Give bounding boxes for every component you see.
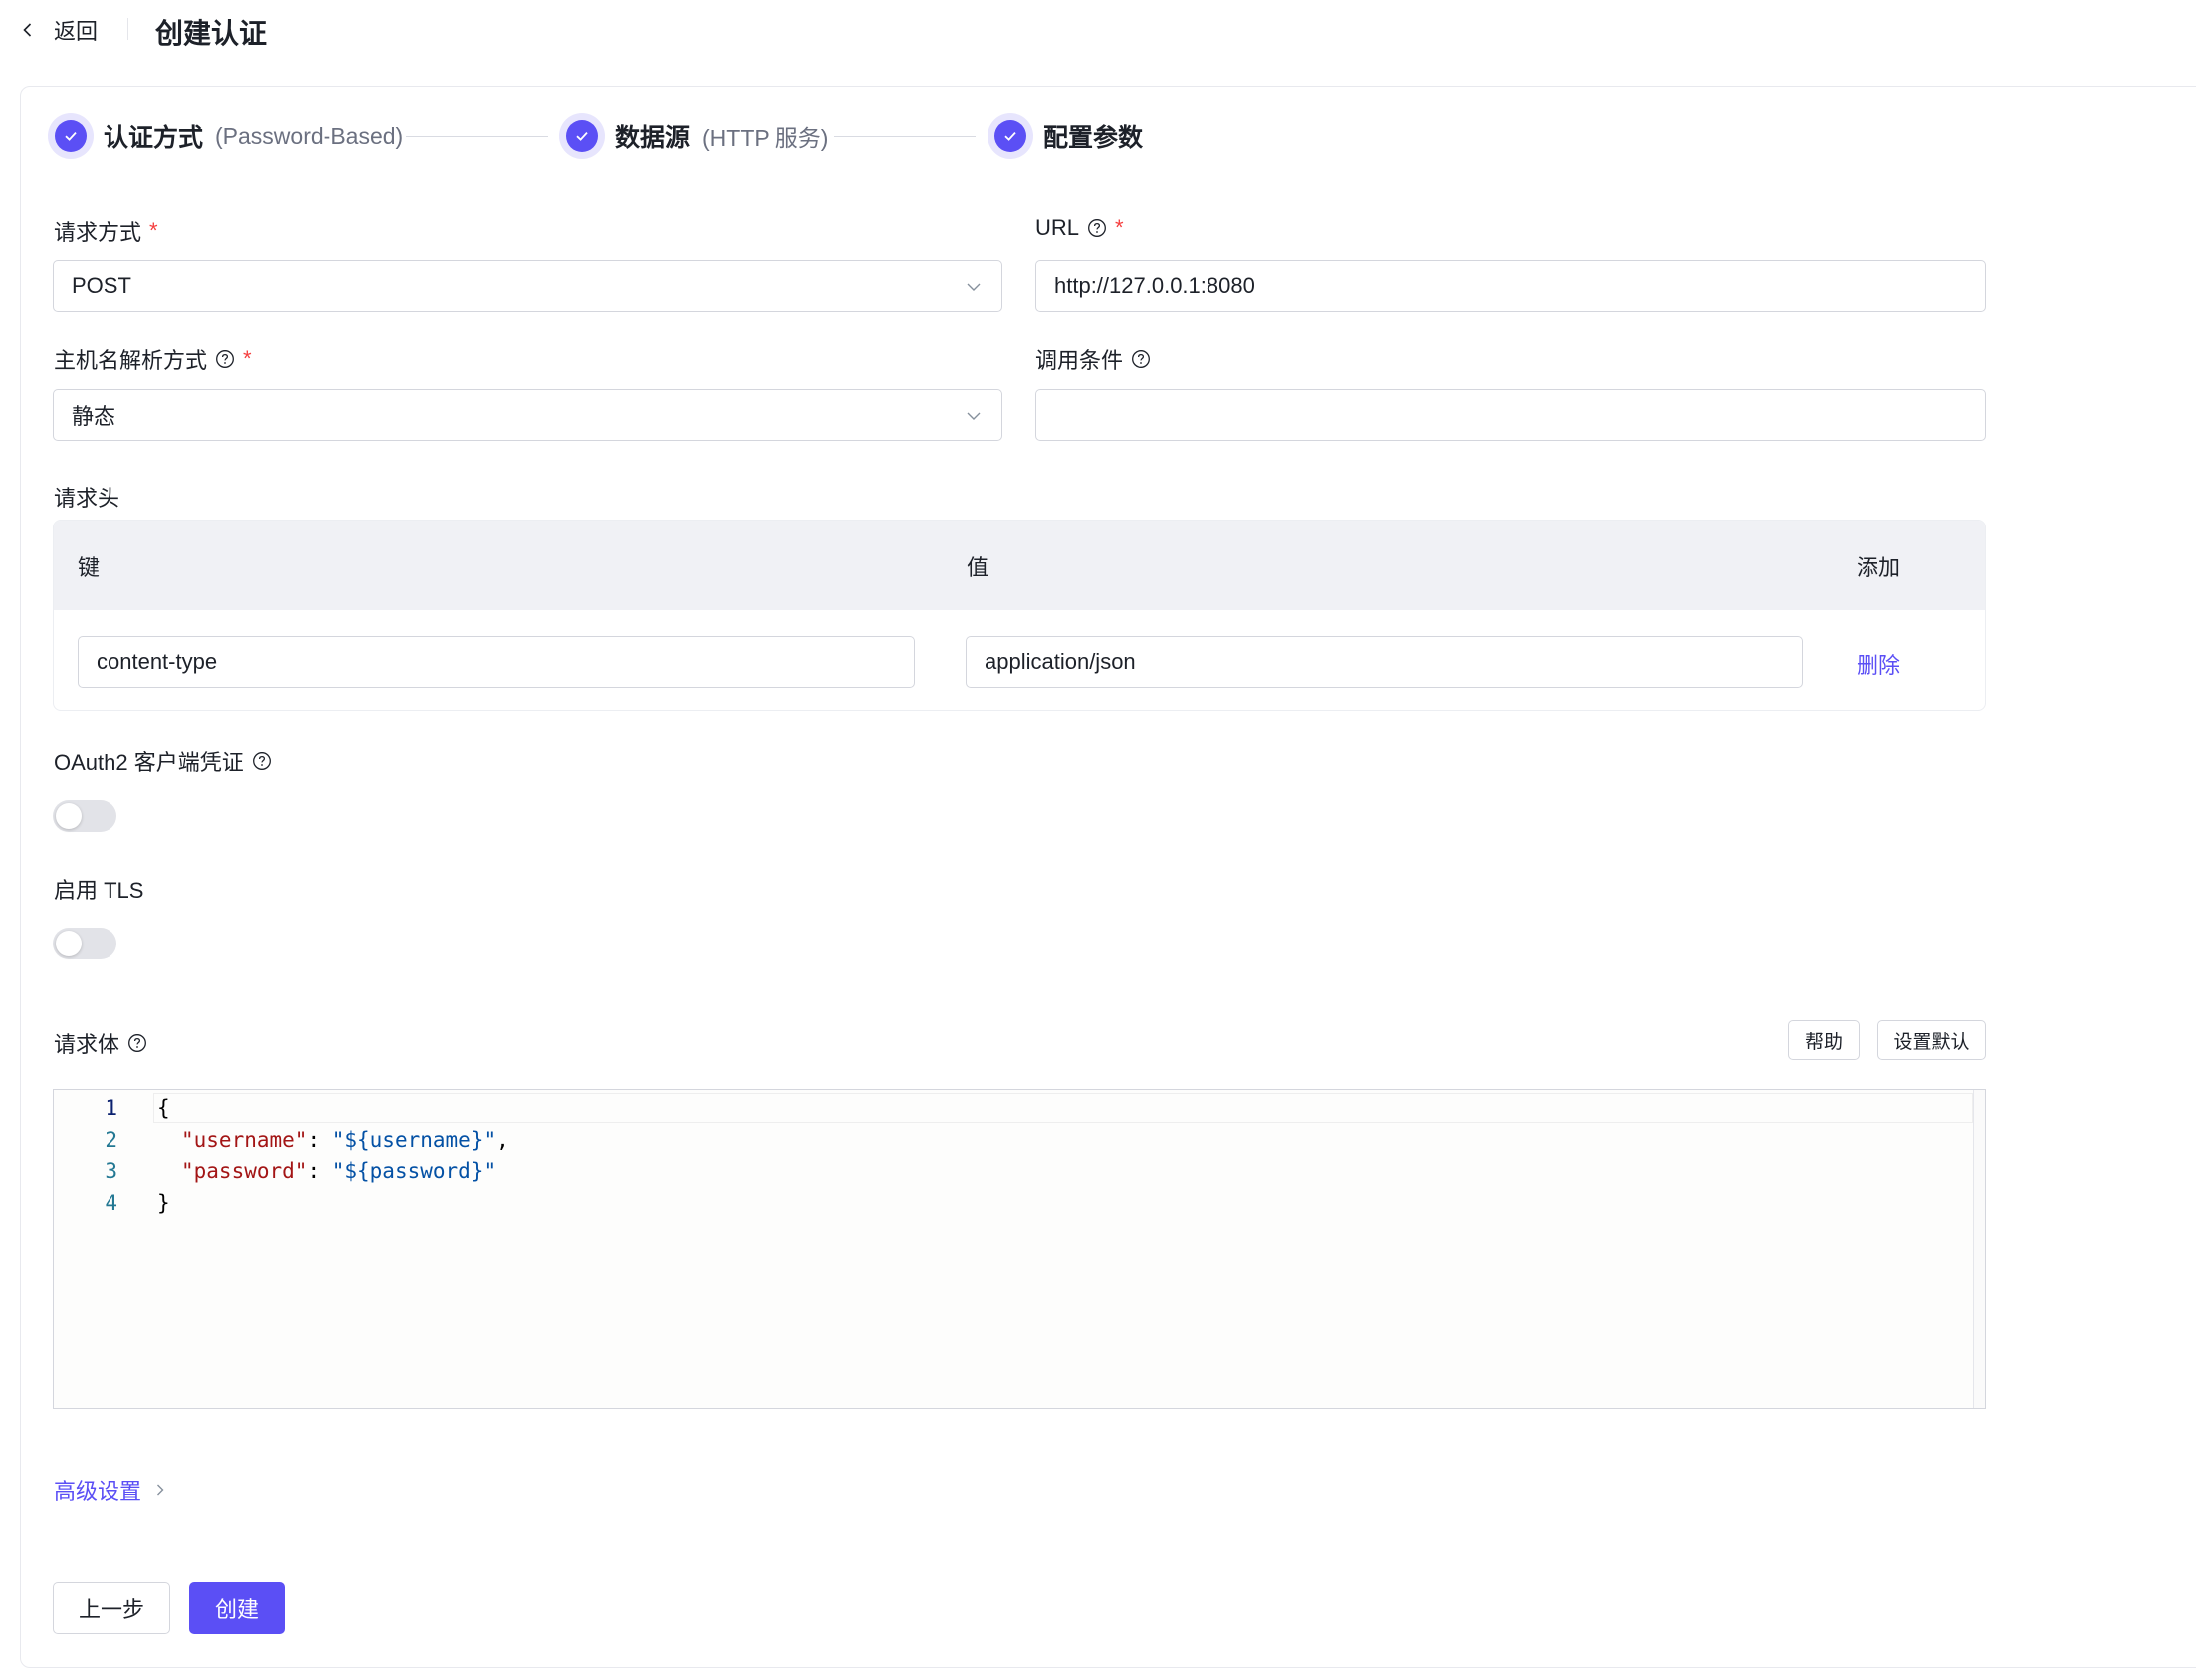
- headers-table-head: 键 值 添加: [54, 521, 1985, 610]
- question-circle-icon[interactable]: [127, 1033, 147, 1053]
- json-sep: :: [307, 1128, 332, 1152]
- url-input[interactable]: http://127.0.0.1:8080: [1035, 260, 1986, 312]
- json-value: "${username}": [331, 1128, 497, 1152]
- step-check: [988, 113, 1033, 159]
- json-comma: ,: [496, 1128, 509, 1152]
- step-desc: (HTTP 服务): [702, 125, 829, 151]
- advanced-settings-link[interactable]: 高级设置: [54, 1474, 167, 1506]
- code-text: "password": "${password}": [181, 1159, 496, 1183]
- create-button[interactable]: 创建: [189, 1582, 285, 1634]
- header-value-value: application/json: [985, 649, 1136, 674]
- prev-step-button[interactable]: 上一步: [53, 1582, 170, 1634]
- step-check: [48, 113, 94, 159]
- tls-label: 启用 TLS: [54, 873, 143, 905]
- line-number: 1: [105, 1096, 117, 1120]
- check-icon: [65, 131, 77, 141]
- url-value: http://127.0.0.1:8080: [1054, 273, 1255, 298]
- step-title: 数据源: [615, 124, 691, 152]
- step-connector: [406, 136, 548, 137]
- page-title: 创建认证: [155, 18, 268, 49]
- required-mark: *: [149, 218, 158, 243]
- chevron-down-icon: [967, 412, 981, 420]
- code-text: {: [157, 1096, 170, 1120]
- form-card: [20, 86, 2196, 1668]
- host-resolve-label-text: 主机名解析方式: [54, 348, 208, 373]
- body-label: 请求体: [54, 1027, 147, 1059]
- body-label-text: 请求体: [54, 1032, 120, 1057]
- chevron-left-icon: [23, 23, 32, 37]
- col-value: 值: [967, 555, 989, 580]
- url-label: URL *: [1035, 215, 1124, 241]
- add-header-button[interactable]: 添加: [1857, 550, 1900, 582]
- condition-input[interactable]: [1035, 389, 1986, 441]
- json-key: "password": [181, 1159, 308, 1183]
- host-resolve-select[interactable]: 静态: [53, 389, 1002, 441]
- line-number: 4: [105, 1191, 117, 1215]
- advanced-label: 高级设置: [54, 1479, 142, 1504]
- step-data-source: 数据源 (HTTP 服务): [559, 113, 828, 159]
- oauth2-label-text: OAuth2 客户端凭证: [54, 750, 244, 775]
- url-label-text: URL: [1035, 215, 1080, 240]
- question-circle-icon[interactable]: [252, 751, 272, 771]
- json-key: "username": [181, 1128, 308, 1152]
- method-label: 请求方式 *: [54, 215, 158, 247]
- method-value: POST: [72, 273, 131, 298]
- header-value-input[interactable]: application/json: [966, 636, 1803, 688]
- col-key: 键: [78, 555, 101, 580]
- delete-header-button[interactable]: 删除: [1857, 648, 1900, 680]
- check-icon: [576, 131, 588, 141]
- condition-label: 调用条件: [1035, 343, 1151, 375]
- step-title: 认证方式: [104, 124, 204, 152]
- code-line: 3 "password": "${password}": [54, 1155, 1985, 1187]
- oauth2-toggle[interactable]: [53, 800, 116, 832]
- chevron-down-icon: [967, 283, 981, 291]
- headers-table: 键 值 添加 content-type application/json 删除: [53, 520, 1986, 711]
- step-desc: (Password-Based): [215, 122, 404, 149]
- method-label-text: 请求方式: [54, 220, 142, 245]
- headers-label-text: 请求头: [54, 486, 120, 511]
- code-editor[interactable]: 1 { 2 "username": "${username}", 3 "pass…: [53, 1089, 1986, 1409]
- line-number: 3: [105, 1159, 117, 1183]
- oauth2-label: OAuth2 客户端凭证: [54, 745, 272, 777]
- divider: [127, 18, 128, 40]
- step-auth-method: 认证方式 (Password-Based): [48, 113, 403, 159]
- toggle-knob: [56, 931, 82, 956]
- header-key-value: content-type: [97, 649, 218, 674]
- back-label: 返回: [54, 19, 99, 44]
- json-value: "${password}": [331, 1159, 497, 1183]
- check-icon: [1004, 131, 1016, 141]
- host-resolve-value: 静态: [72, 404, 116, 429]
- required-mark: *: [243, 346, 252, 371]
- question-circle-icon[interactable]: [1131, 349, 1151, 369]
- question-circle-icon[interactable]: [215, 349, 235, 369]
- question-circle-icon[interactable]: [1087, 218, 1107, 238]
- tls-label-text: 启用 TLS: [54, 878, 144, 903]
- step-title: 配置参数: [1043, 124, 1144, 152]
- method-select[interactable]: POST: [53, 260, 1002, 312]
- code-text: "username": "${username}",: [181, 1128, 509, 1152]
- set-default-button[interactable]: 设置默认: [1877, 1020, 1986, 1060]
- code-line: 4 }: [54, 1187, 1985, 1219]
- step-check: [559, 113, 605, 159]
- body-help-button[interactable]: 帮助: [1788, 1020, 1860, 1060]
- line-number: 2: [105, 1128, 117, 1152]
- code-line: 1 {: [54, 1092, 1985, 1124]
- code-line: 2 "username": "${username}",: [54, 1124, 1985, 1155]
- condition-label-text: 调用条件: [1035, 348, 1124, 373]
- required-mark: *: [1115, 215, 1124, 240]
- step-config-params: 配置参数: [988, 113, 1143, 159]
- headers-label: 请求头: [54, 481, 119, 513]
- tls-toggle[interactable]: [53, 928, 116, 959]
- step-connector: [834, 136, 976, 137]
- code-text: }: [157, 1191, 170, 1215]
- host-resolve-label: 主机名解析方式 *: [54, 343, 252, 375]
- top-bar: 返回 创建认证: [0, 0, 2196, 60]
- toggle-knob: [56, 803, 82, 829]
- chevron-right-icon: [157, 1484, 164, 1496]
- header-key-input[interactable]: content-type: [78, 636, 915, 688]
- back-button[interactable]: 返回: [20, 14, 98, 46]
- json-sep: :: [307, 1159, 332, 1183]
